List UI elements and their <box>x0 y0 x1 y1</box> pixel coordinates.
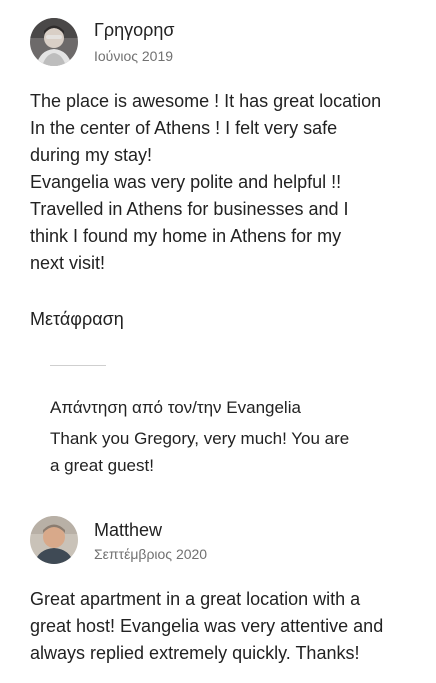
host-response-line: a great guest! <box>50 456 154 475</box>
review-text-line: think I found my home in Athens for my <box>30 226 342 246</box>
review-text-line: In the center of Athens ! I felt very sa… <box>30 118 338 138</box>
review-item: Matthew Σεπτέμβριος 2020 Great apartment… <box>0 500 436 683</box>
user-photo-icon <box>30 516 78 564</box>
host-response-divider <box>50 365 106 366</box>
review-text-line: Travelled in Athens for businesses and I <box>30 199 349 219</box>
reviewer-name: Γρηγορησ <box>94 20 175 40</box>
host-response-text: Thank you Gregory, very much! You are a … <box>50 425 349 479</box>
review-text: The place is awesome ! It has great loca… <box>30 88 381 277</box>
review-text-line: The place is awesome ! It has great loca… <box>30 91 382 111</box>
review-date: Ιούνιος 2019 <box>94 48 174 64</box>
review-text-line: during my stay! <box>30 145 153 165</box>
review-text-line: always replied extremely quickly. Thanks… <box>30 643 360 663</box>
reviewer-name: Matthew <box>94 520 163 540</box>
translate-link[interactable]: Μετάφραση <box>30 309 124 330</box>
review-item: Γρηγορησ Ιούνιος 2019 The place is aweso… <box>0 0 436 500</box>
reviewer-avatar[interactable] <box>30 18 78 66</box>
user-photo-icon <box>30 18 78 66</box>
reviewer-avatar[interactable] <box>30 516 78 564</box>
host-response-title: Απάντηση από τον/την Evangelia <box>50 398 301 417</box>
review-text-line: Great apartment in a great location with… <box>30 589 361 609</box>
review-text: Great apartment in a great location with… <box>30 586 383 667</box>
review-text-line: Evangelia was very polite and helpful !! <box>30 172 342 192</box>
host-response-line: Thank you Gregory, very much! You are <box>50 429 350 448</box>
review-text-line: next visit! <box>30 253 106 273</box>
review-text-line: great host! Evangelia was very attentive… <box>30 616 384 636</box>
review-date: Σεπτέμβριος 2020 <box>94 546 208 562</box>
